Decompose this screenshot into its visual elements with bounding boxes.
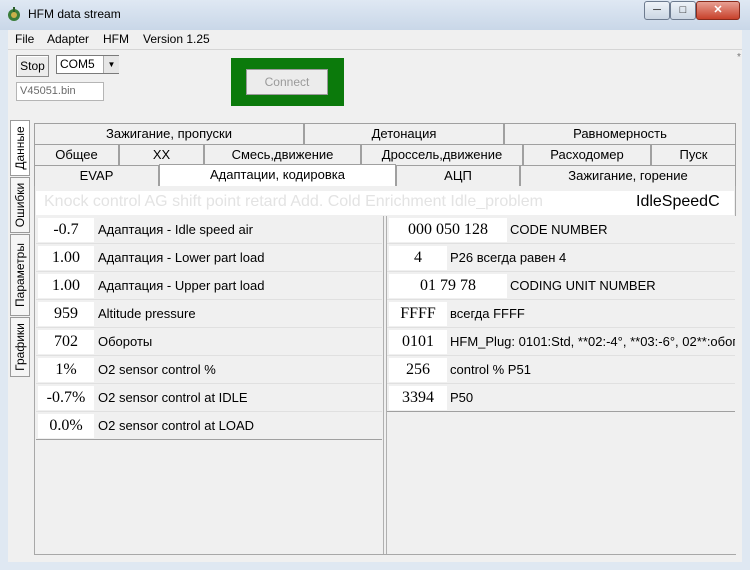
side-tab-errors[interactable]: Ошибки bbox=[10, 177, 30, 233]
row-value: 3394 bbox=[389, 386, 447, 410]
row-label: CODE NUMBER bbox=[510, 222, 608, 237]
right-parameter-grid: 000 050 128 CODE NUMBER 4 P26 всегда рав… bbox=[386, 216, 736, 554]
table-row: -0.7% O2 sensor control at IDLE bbox=[36, 384, 382, 412]
table-row: 702 Обороты bbox=[36, 328, 382, 356]
menu-version[interactable]: Version 1.25 bbox=[143, 32, 210, 46]
firmware-file-field[interactable]: V45051.bin bbox=[16, 82, 104, 101]
side-tab-params[interactable]: Параметры bbox=[10, 234, 30, 316]
tab-adaptations-coding[interactable]: Адаптации, кодировка bbox=[159, 164, 396, 186]
table-row: 4 P26 всегда равен 4 bbox=[387, 244, 735, 272]
row-value: 702 bbox=[38, 330, 94, 354]
table-row: 0101 HFM_Plug: 0101:Std, **02:-4°, **03:… bbox=[387, 328, 735, 356]
row-value: 000 050 128 bbox=[389, 218, 507, 242]
row-value: -0.7% bbox=[38, 386, 94, 410]
tab-ignition-combustion[interactable]: Зажигание, горение bbox=[520, 165, 736, 186]
row-label: Адаптация - Upper part load bbox=[98, 278, 265, 293]
row-value: FFFF bbox=[389, 302, 447, 326]
menu-file[interactable]: File bbox=[15, 32, 34, 46]
side-tab-errors-label: Ошибки bbox=[13, 182, 27, 228]
side-tab-graphs-label: Графики bbox=[13, 323, 27, 371]
minimize-button[interactable]: ─ bbox=[644, 1, 670, 20]
left-parameter-grid: -0.7 Адаптация - Idle speed air 1.00 Ада… bbox=[36, 216, 384, 554]
table-row: 1% O2 sensor control % bbox=[36, 356, 382, 384]
menu-hfm[interactable]: HFM bbox=[103, 32, 129, 46]
connect-button[interactable]: Connect bbox=[246, 69, 328, 95]
side-tab-graphs[interactable]: Графики bbox=[10, 317, 30, 377]
row-label: Обороты bbox=[98, 334, 153, 349]
menu-adapter[interactable]: Adapter bbox=[47, 32, 89, 46]
row-label: всегда FFFF bbox=[450, 306, 525, 321]
row-label: HFM_Plug: 0101:Std, **02:-4°, **03:-6°, … bbox=[450, 334, 735, 349]
row-label: O2 sensor control at IDLE bbox=[98, 390, 248, 405]
tab-idle[interactable]: ХХ bbox=[119, 144, 204, 165]
row-value: 256 bbox=[389, 358, 447, 382]
table-row: 0.0% O2 sensor control at LOAD bbox=[36, 412, 382, 440]
stop-button[interactable]: Stop bbox=[16, 55, 49, 77]
tab-evap[interactable]: EVAP bbox=[34, 165, 159, 186]
table-row: 1.00 Адаптация - Lower part load bbox=[36, 244, 382, 272]
tab-knock[interactable]: Детонация bbox=[304, 123, 504, 144]
side-tab-data[interactable]: Данные bbox=[10, 120, 30, 176]
chevron-down-icon[interactable]: ▼ bbox=[103, 56, 119, 73]
table-row: -0.7 Адаптация - Idle speed air bbox=[36, 216, 382, 244]
row-value: 01 79 78 bbox=[389, 274, 507, 298]
modified-marker: * bbox=[737, 52, 741, 63]
row-label: P50 bbox=[450, 390, 474, 405]
row-value: -0.7 bbox=[38, 218, 94, 242]
tab-mixture-motion[interactable]: Смесь,движение bbox=[204, 144, 361, 165]
row-value: 4 bbox=[389, 246, 447, 270]
row-label: P26 всегда равен 4 bbox=[450, 250, 567, 265]
table-row: FFFF всегда FFFF bbox=[387, 300, 735, 328]
row-label: O2 sensor control % bbox=[98, 362, 216, 377]
row-value: 0.0% bbox=[38, 414, 94, 438]
row-value: 1.00 bbox=[38, 246, 94, 270]
row-label: CODING UNIT NUMBER bbox=[510, 278, 656, 293]
side-tab-data-label: Данные bbox=[13, 126, 27, 170]
app-icon bbox=[8, 7, 20, 21]
row-value: 1.00 bbox=[38, 274, 94, 298]
row-label: Altitude pressure bbox=[98, 306, 196, 321]
table-row: 3394 P50 bbox=[387, 384, 735, 412]
close-button[interactable]: ✕ bbox=[696, 1, 740, 20]
ticker-active-text: IdleSpeedC bbox=[636, 193, 720, 210]
menu-divider bbox=[8, 49, 742, 50]
row-label: O2 sensor control at LOAD bbox=[98, 418, 255, 433]
table-row: 1.00 Адаптация - Upper part load bbox=[36, 272, 382, 300]
table-row: 01 79 78 CODING UNIT NUMBER bbox=[387, 272, 735, 300]
row-label: Адаптация - Lower part load bbox=[98, 250, 265, 265]
row-value: 0101 bbox=[389, 330, 447, 354]
tab-smoothness[interactable]: Равномерность bbox=[504, 123, 736, 144]
tab-flowmeter[interactable]: Расходомер bbox=[523, 144, 651, 165]
tab-adc[interactable]: АЦП bbox=[396, 165, 520, 186]
table-row: 959 Altitude pressure bbox=[36, 300, 382, 328]
window-title: HFM data stream bbox=[28, 7, 121, 21]
ticker-faded-text: Knock control AG shift point retard Add.… bbox=[44, 193, 543, 210]
row-value: 959 bbox=[38, 302, 94, 326]
tab-throttle-motion[interactable]: Дроссель,движение bbox=[361, 144, 523, 165]
row-label: Адаптация - Idle speed air bbox=[98, 222, 253, 237]
tab-general[interactable]: Общее bbox=[34, 144, 119, 165]
side-tab-params-label: Параметры bbox=[13, 243, 27, 307]
maximize-button[interactable]: □ bbox=[670, 1, 696, 20]
tab-start[interactable]: Пуск bbox=[651, 144, 736, 165]
tab-ignition-misfire[interactable]: Зажигание, пропуски bbox=[34, 123, 304, 144]
table-row: 000 050 128 CODE NUMBER bbox=[387, 216, 735, 244]
table-row: 256 control % P51 bbox=[387, 356, 735, 384]
row-value: 1% bbox=[38, 358, 94, 382]
row-label: control % P51 bbox=[450, 362, 531, 377]
